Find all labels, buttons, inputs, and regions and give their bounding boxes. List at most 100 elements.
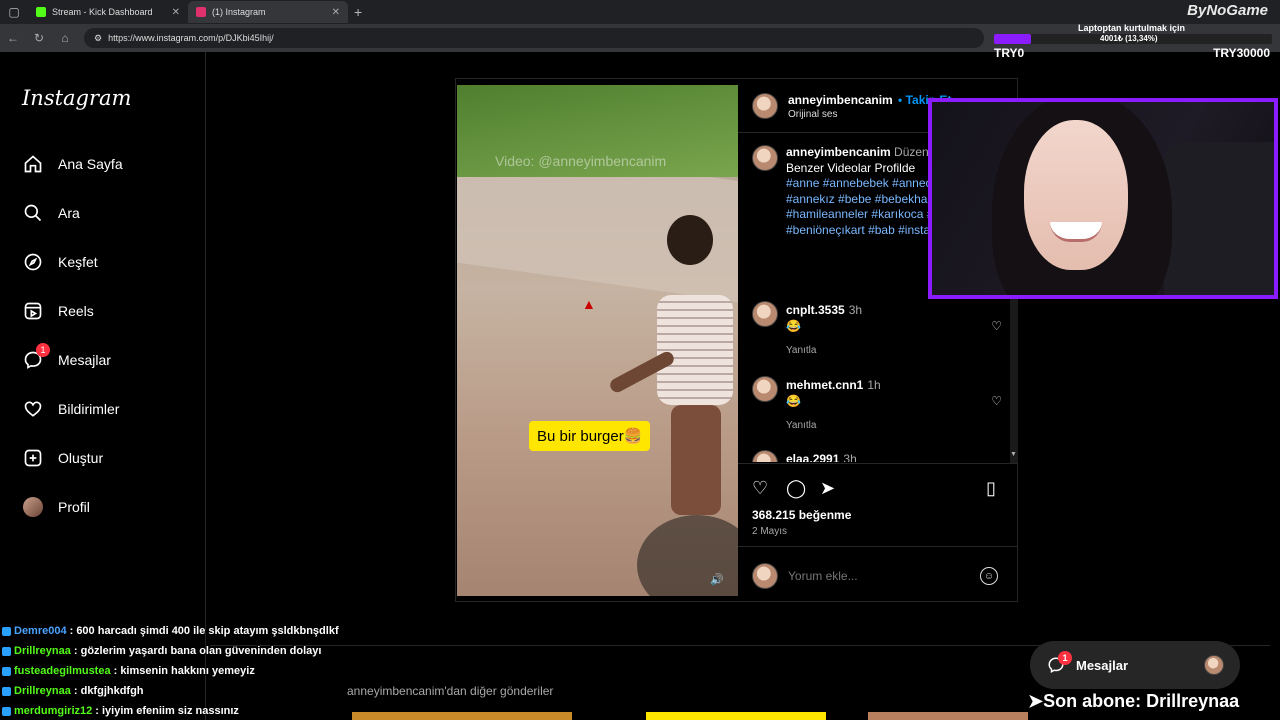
mute-icon[interactable]: 🔊 — [710, 573, 724, 586]
sidebar-item-search[interactable]: Ara — [22, 200, 80, 226]
messages-label: Mesajlar — [1076, 657, 1129, 673]
author-username[interactable]: anneyimbencanim — [788, 93, 893, 107]
reload-icon[interactable]: ↻ — [32, 31, 46, 45]
sidebar-item-notifications[interactable]: Bildirimler — [22, 396, 119, 422]
sidebar-item-label: Ana Sayfa — [58, 156, 123, 172]
goal-title: Laptoptan kurtulmak için — [1078, 23, 1186, 33]
sidebar-item-home[interactable]: Ana Sayfa — [22, 151, 123, 177]
post-thumbnail[interactable] — [646, 712, 826, 720]
hashtag-link[interactable]: #bebe — [838, 192, 871, 206]
caption-avatar[interactable] — [752, 145, 778, 171]
messenger-icon: 1 — [1046, 651, 1072, 675]
comment-username[interactable]: elaa.2991 — [786, 452, 839, 462]
video-watermark: Video: @anneyimbencanim — [495, 153, 667, 169]
bynogame-logo: ByNoGame — [1187, 2, 1268, 19]
hashtag-link[interactable]: #karıkoca — [871, 207, 923, 221]
hashtag-link[interactable]: #annebebek — [823, 176, 889, 190]
comment-avatar[interactable] — [752, 301, 778, 327]
chat-text: : dkfgjhkdfgh — [73, 685, 144, 697]
like-comment-heart-icon[interactable]: ♡ — [991, 394, 1002, 408]
chat-badge-icon — [2, 706, 11, 716]
tab-kick-dashboard[interactable]: Stream - Kick Dashboard ✕ — [28, 1, 188, 23]
hashtag-link[interactable]: #beniöneçıkart — [786, 223, 865, 237]
mouse-cursor-icon: ▲ — [582, 296, 596, 312]
hashtag-link[interactable]: #bab — [868, 223, 895, 237]
sidebar-item-label: Profil — [58, 499, 90, 515]
webcam-overlay — [928, 98, 1278, 299]
share-icon[interactable]: ➤ — [820, 478, 835, 499]
kick-favicon-icon — [36, 7, 46, 17]
chat-username: Demre004 — [14, 625, 67, 637]
author-name[interactable]: anneyimbencanim • Takip Et — [788, 93, 951, 107]
chat-text: : kimsenin hakkını yemeyiz — [113, 665, 255, 677]
goal-max: TRY30000 — [1213, 46, 1270, 60]
hashtag-link[interactable]: #hamileanneler — [786, 207, 868, 221]
author-avatar[interactable] — [752, 93, 778, 119]
goal-min: TRY0 — [994, 46, 1025, 60]
comment-username[interactable]: mehmet.cnn1 — [786, 378, 863, 392]
stream-chat: Demre004 : 600 harcadı şimdi 400 ile ski… — [2, 621, 422, 720]
sidebar-item-messages[interactable]: 1 Mesajlar — [22, 343, 111, 373]
home-icon — [22, 153, 44, 175]
chat-message: merdumgiriz12 : iyiyim efeniim siz nassı… — [2, 701, 422, 720]
comment-avatar[interactable] — [752, 450, 778, 462]
chat-text: : 600 harcadı şimdi 400 ile skip atayım … — [69, 625, 339, 637]
notification-badge: 1 — [1058, 651, 1072, 665]
sidebar-item-explore[interactable]: Keşfet — [22, 249, 98, 275]
hashtag-link[interactable]: #annekız — [786, 192, 835, 206]
sidebar-item-label: Reels — [58, 303, 94, 319]
close-icon[interactable]: ✕ — [172, 7, 180, 18]
instagram-logo[interactable]: Instagram — [22, 86, 131, 110]
chat-badge-icon — [2, 666, 11, 676]
site-info-icon[interactable]: ⚙ — [94, 33, 102, 44]
chat-username: Drillreynaa — [14, 685, 71, 697]
comment-icon[interactable]: ◯ — [786, 478, 806, 499]
sidebar-item-reels[interactable]: Reels — [22, 298, 94, 324]
instagram-sidebar: Instagram Ana Sayfa Ara Keşfet Reels 1 M… — [4, 52, 206, 720]
comment-input[interactable] — [788, 569, 968, 583]
tab-menu-icon[interactable]: ▢ — [0, 0, 28, 24]
chat-message: Drillreynaa : gözlerim yaşardı bana olan… — [2, 641, 422, 661]
chat-badge-icon — [2, 686, 11, 696]
chat-badge-icon — [2, 626, 11, 636]
comment-avatar[interactable] — [752, 376, 778, 402]
reply-button[interactable]: Yanıtla — [786, 420, 816, 431]
sidebar-item-label: Ara — [58, 205, 80, 221]
messages-float-button[interactable]: 1 Mesajlar — [1030, 641, 1240, 689]
comment-username[interactable]: cnplt.3535 — [786, 303, 845, 317]
like-count[interactable]: 368.215 beğenme — [752, 508, 851, 522]
chat-text: : iyiyim efeniim siz nassınız — [95, 705, 239, 717]
caption-username[interactable]: anneyimbencanim — [786, 145, 891, 159]
chat-badge-icon — [2, 646, 11, 656]
video-caption: Bu bir burger🍔 — [529, 421, 651, 451]
new-tab-icon[interactable]: + — [354, 4, 362, 20]
emoji-icon[interactable]: ☺ — [980, 567, 998, 585]
chat-username: merdumgiriz12 — [14, 705, 93, 717]
sidebar-item-profile[interactable]: Profil — [22, 494, 90, 520]
reels-icon — [22, 300, 44, 322]
bookmark-icon[interactable]: ▯ — [986, 478, 996, 499]
tab-instagram[interactable]: (1) Instagram ✕ — [188, 1, 348, 23]
post-thumbnail[interactable] — [868, 712, 1028, 720]
goal-progress-fill — [994, 34, 1032, 44]
url-text: https://www.instagram.com/p/DJKbi45Ihij/ — [108, 33, 274, 43]
home-icon[interactable]: ⌂ — [58, 31, 72, 45]
profile-avatar — [22, 496, 44, 518]
like-heart-icon[interactable]: ♡ — [752, 478, 768, 499]
comment-item: cnplt.3535 3h 😂 Yanıtla ♡ — [752, 301, 1002, 361]
close-icon[interactable]: ✕ — [332, 7, 340, 18]
audio-label[interactable]: Orijinal ses — [788, 109, 837, 120]
messenger-icon: 1 — [22, 343, 50, 371]
comment-time: 1h — [867, 378, 881, 392]
scroll-down-icon[interactable]: ▼ — [1010, 451, 1018, 458]
back-icon[interactable]: ← — [6, 31, 20, 45]
chat-message: fusteadegilmustea : kimsenin hakkını yem… — [2, 661, 422, 681]
hashtag-link[interactable]: #anne — [786, 176, 819, 190]
reply-button[interactable]: Yanıtla — [786, 345, 816, 356]
sidebar-item-create[interactable]: Oluştur — [22, 445, 103, 471]
comment-composer: ☺ — [738, 546, 1018, 602]
chat-username: fusteadegilmustea — [14, 665, 111, 677]
url-field[interactable]: ⚙ https://www.instagram.com/p/DJKbi45Ihi… — [84, 28, 984, 48]
post-video[interactable]: Video: @anneyimbencanim Bu bir burger🍔 🔊 — [457, 85, 738, 596]
like-comment-heart-icon[interactable]: ♡ — [991, 319, 1002, 333]
